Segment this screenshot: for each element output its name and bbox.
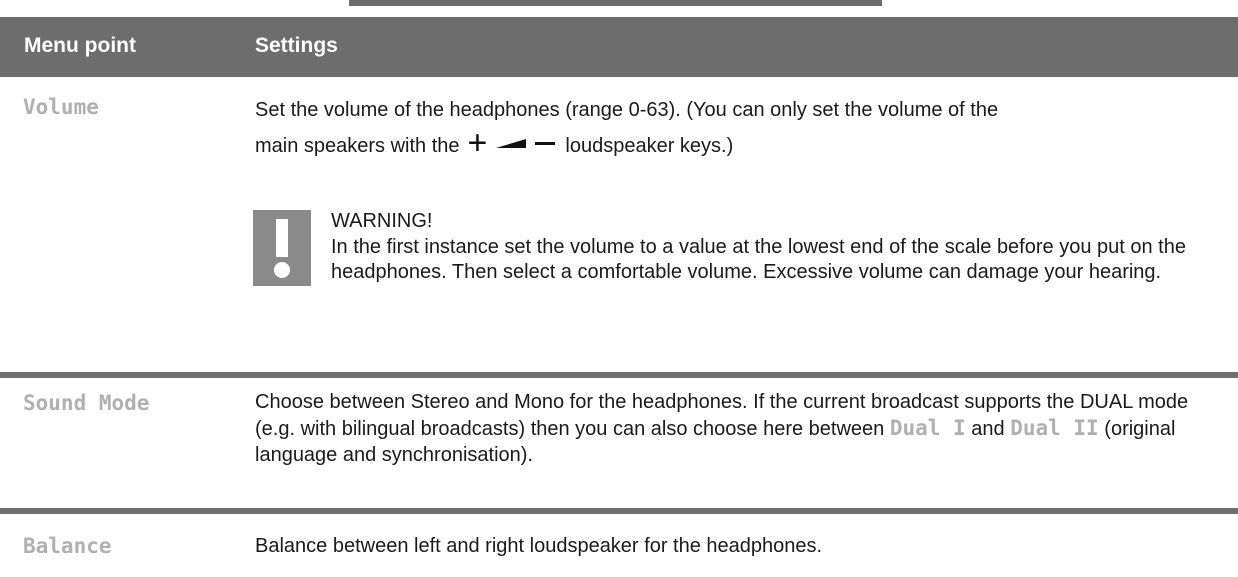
volume-description-line2: main speakers with the + loudspeaker keys.…	[255, 124, 1215, 162]
table-header: Menu point Settings	[0, 17, 1238, 77]
volume-description: Set the volume of the headphones (range …	[255, 96, 1215, 160]
row-divider	[0, 508, 1238, 514]
sound-mode-text-b: and	[971, 418, 1005, 440]
menu-point-volume: Volume	[23, 95, 99, 119]
minus-icon	[535, 141, 556, 145]
option-dual-2: Dual II	[1010, 416, 1099, 440]
option-dual-1: Dual I	[889, 416, 966, 440]
volume-description-line1: Set the volume of the headphones (range …	[255, 99, 999, 121]
volume-description-after-keys: loudspeaker keys.)	[565, 135, 734, 157]
warning-text: In the first instance set the volume to …	[331, 236, 1186, 283]
balance-description: Balance between left and right loudspeak…	[255, 535, 823, 557]
loudspeaker-keys: +	[467, 124, 556, 162]
sound-mode-description: Choose between Stereo and Mono for the h…	[255, 389, 1225, 468]
header-settings: Settings	[255, 34, 338, 57]
plus-icon: +	[467, 124, 488, 162]
volume-description-before-keys: main speakers with the	[255, 135, 460, 157]
warning-title: WARNING!	[331, 210, 433, 232]
menu-point-balance: Balance	[23, 534, 112, 558]
row-divider	[0, 372, 1238, 378]
exclamation-icon	[253, 210, 311, 286]
header-menu-point: Menu point	[24, 34, 136, 57]
volume-wedge-icon	[496, 138, 527, 148]
menu-point-sound-mode: Sound Mode	[23, 391, 150, 415]
top-tab-bar	[349, 0, 882, 6]
